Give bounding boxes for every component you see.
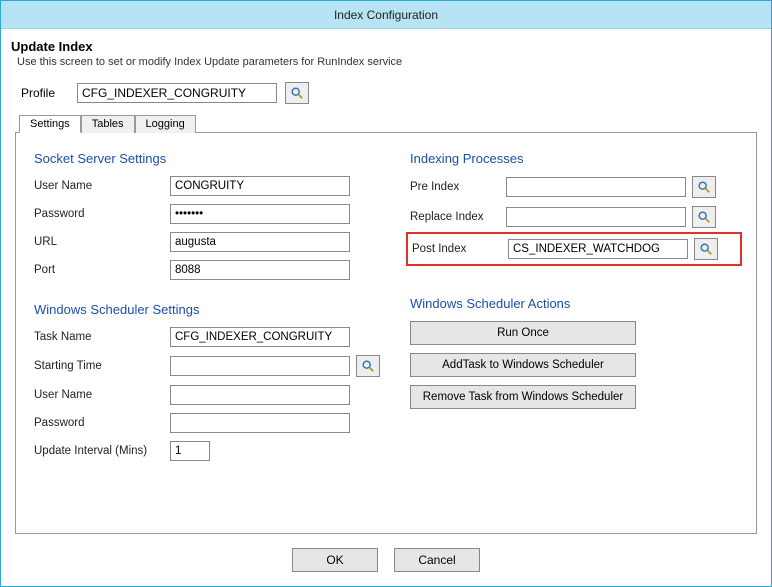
left-column: Socket Server Settings User Name Passwor… xyxy=(34,149,380,523)
search-icon xyxy=(697,210,711,224)
right-column: Indexing Processes Pre Index Replace Ind… xyxy=(410,149,738,523)
pre-index-lookup-button[interactable] xyxy=(692,176,716,198)
pre-index-input[interactable] xyxy=(506,177,686,197)
socket-password-input[interactable] xyxy=(170,204,350,224)
sched-interval-input[interactable] xyxy=(170,441,210,461)
post-index-lookup-button[interactable] xyxy=(694,238,718,260)
search-icon xyxy=(697,180,711,194)
content: Update Index Use this screen to set or m… xyxy=(1,29,771,586)
sched-start-lookup-button[interactable] xyxy=(356,355,380,377)
sched-user-row: User Name xyxy=(34,385,380,405)
sched-pass-row: Password xyxy=(34,413,380,433)
ok-button[interactable]: OK xyxy=(292,548,378,572)
tab-logging[interactable]: Logging xyxy=(135,115,196,133)
post-index-label: Post Index xyxy=(412,243,502,255)
socket-password-label: Password xyxy=(34,208,164,220)
socket-password-row: Password xyxy=(34,204,380,224)
sched-user-input[interactable] xyxy=(170,385,350,405)
cancel-button[interactable]: Cancel xyxy=(394,548,480,572)
post-index-highlight: Post Index xyxy=(406,232,742,266)
post-index-input[interactable] xyxy=(508,239,688,259)
remove-task-button[interactable]: Remove Task from Windows Scheduler xyxy=(410,385,636,409)
socket-username-label: User Name xyxy=(34,180,164,192)
socket-username-input[interactable] xyxy=(170,176,350,196)
profile-label: Profile xyxy=(21,86,69,100)
socket-heading: Socket Server Settings xyxy=(34,151,380,166)
replace-index-lookup-button[interactable] xyxy=(692,206,716,228)
profile-input[interactable] xyxy=(77,83,277,103)
run-once-button[interactable]: Run Once xyxy=(410,321,636,345)
tabs: Settings Tables Logging xyxy=(19,115,761,133)
sched-heading: Windows Scheduler Settings xyxy=(34,302,380,317)
sched-interval-label: Update Interval (Mins) xyxy=(34,445,164,457)
post-index-row: Post Index xyxy=(412,238,736,260)
tab-settings[interactable]: Settings xyxy=(19,115,81,133)
replace-index-input[interactable] xyxy=(506,207,686,227)
pre-index-row: Pre Index xyxy=(410,176,738,198)
sched-start-label: Starting Time xyxy=(34,360,164,372)
window: Index Configuration Update Index Use thi… xyxy=(0,0,772,587)
actions-heading: Windows Scheduler Actions xyxy=(410,296,738,311)
sched-pass-input[interactable] xyxy=(170,413,350,433)
add-task-button[interactable]: AddTask to Windows Scheduler xyxy=(410,353,636,377)
search-icon xyxy=(361,359,375,373)
page-subtitle: Use this screen to set or modify Index U… xyxy=(17,56,761,68)
titlebar: Index Configuration xyxy=(1,1,771,29)
sched-start-row: Starting Time xyxy=(34,355,380,377)
socket-username-row: User Name xyxy=(34,176,380,196)
replace-index-label: Replace Index xyxy=(410,211,500,223)
indexing-heading: Indexing Processes xyxy=(410,151,738,166)
tab-body: Socket Server Settings User Name Passwor… xyxy=(15,132,757,534)
socket-port-input[interactable] xyxy=(170,260,350,280)
window-title: Index Configuration xyxy=(334,8,438,22)
sched-start-input[interactable] xyxy=(170,356,350,376)
search-icon xyxy=(699,242,713,256)
socket-url-row: URL xyxy=(34,232,380,252)
search-icon xyxy=(290,86,304,100)
socket-port-row: Port xyxy=(34,260,380,280)
profile-row: Profile xyxy=(21,82,761,104)
footer: OK Cancel xyxy=(11,542,761,582)
sched-task-input[interactable] xyxy=(170,327,350,347)
socket-url-input[interactable] xyxy=(170,232,350,252)
profile-lookup-button[interactable] xyxy=(285,82,309,104)
socket-port-label: Port xyxy=(34,264,164,276)
sched-task-row: Task Name xyxy=(34,327,380,347)
pre-index-label: Pre Index xyxy=(410,181,500,193)
tab-tables[interactable]: Tables xyxy=(81,115,135,133)
sched-task-label: Task Name xyxy=(34,331,164,343)
sched-user-label: User Name xyxy=(34,389,164,401)
sched-interval-row: Update Interval (Mins) xyxy=(34,441,380,461)
replace-index-row: Replace Index xyxy=(410,206,738,228)
socket-url-label: URL xyxy=(34,236,164,248)
page-title: Update Index xyxy=(11,39,761,54)
sched-pass-label: Password xyxy=(34,417,164,429)
